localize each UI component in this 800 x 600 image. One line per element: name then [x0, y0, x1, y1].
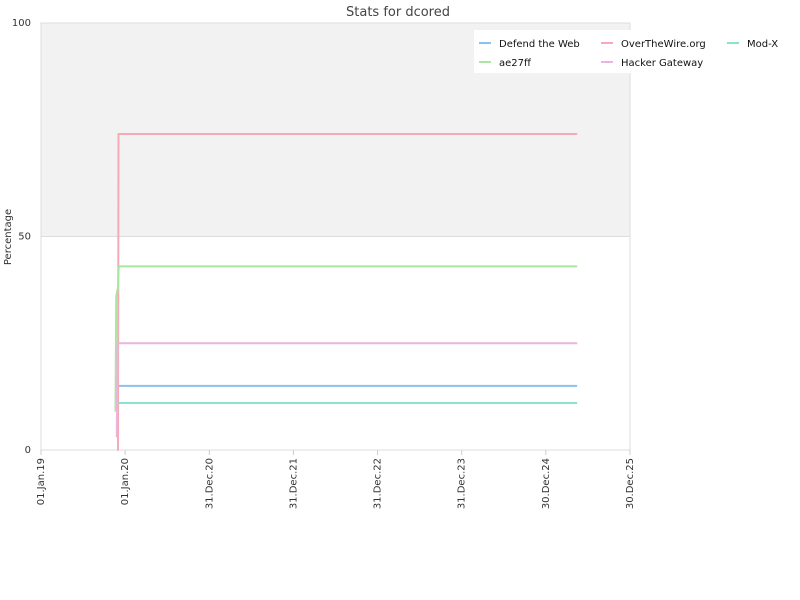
y-tick-label: 50	[18, 232, 31, 243]
series-line-3	[114, 402, 578, 412]
y-axis-label: Percentage	[3, 209, 14, 265]
y-tick-label: 0	[25, 445, 31, 456]
legend-label: Hacker Gateway	[621, 58, 703, 69]
chart-title: Stats for dcored	[346, 5, 450, 20]
series-line-1	[114, 384, 578, 408]
series-line-5	[115, 342, 578, 438]
x-tick-label: 30.Dec.25	[625, 458, 636, 509]
x-tick-label: 01.Jan.20	[120, 458, 131, 505]
legend-label: Defend the Web	[499, 39, 580, 50]
x-tick-label: 31.Dec.20	[204, 458, 215, 509]
legend-label: ae27ff	[499, 58, 532, 69]
x-tick-label: 01.Jan.19	[36, 458, 47, 505]
x-tick-label: 31.Dec.22	[373, 458, 384, 509]
legend: Defend the Web OverTheWire.org Mod-X ae27ff…	[474, 30, 800, 73]
legend-label: OverTheWire.org	[621, 39, 706, 50]
y-tick-label: 100	[12, 18, 31, 29]
line-chart: 0 50 100 01.Jan.19 01.Jan.20 31.Dec.20 31.Dec.…	[3, 5, 800, 509]
chart-root: 0 50 100 01.Jan.19 01.Jan.20 31.Dec.20 31.Dec.…	[0, 0, 800, 600]
x-tick-label: 31.Dec.21	[288, 458, 299, 509]
legend-label: Mod-X	[747, 39, 778, 50]
x-tick-label: 31.Dec.23	[457, 458, 468, 509]
series-line-4	[114, 265, 578, 412]
x-tick-label: 30.Dec.24	[541, 458, 552, 509]
plot-area: 0 50 100 01.Jan.19 01.Jan.20 31.Dec.20 31.Dec.…	[12, 18, 636, 509]
